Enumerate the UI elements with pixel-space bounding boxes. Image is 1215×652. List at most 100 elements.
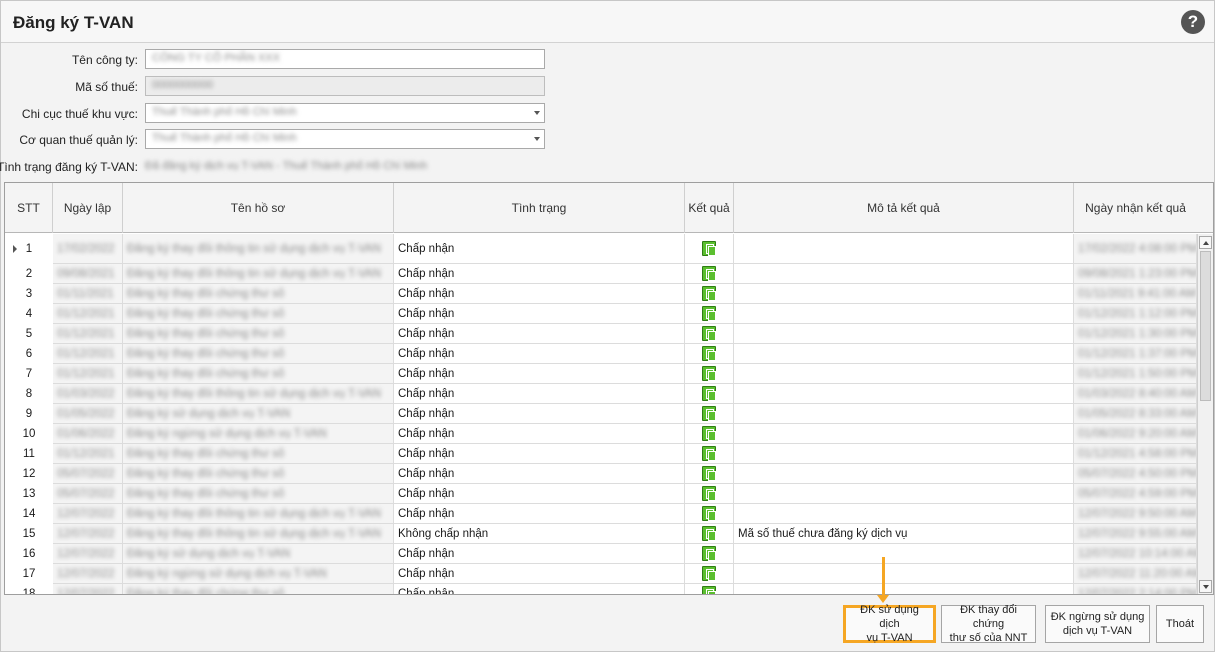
cell-stt[interactable]: 5	[5, 324, 53, 344]
table-row[interactable]: 18 12/07/2022 Đăng ký thay đổi chứng thư s…	[5, 584, 1197, 594]
cell-description[interactable]	[734, 484, 1074, 504]
cell-date[interactable]: 01/12/2021	[53, 324, 123, 344]
cell-date[interactable]: 12/07/2022	[53, 584, 123, 594]
table-row[interactable]: 13 05/07/2022 Đăng ký thay đổi chứng thư s…	[5, 484, 1197, 504]
cell-status[interactable]: Chấp nhận	[394, 464, 685, 484]
table-row[interactable]: 14 12/07/2022 Đăng ký thay đổi thông tin s…	[5, 504, 1197, 524]
cell-received[interactable]: 01/12/2021 1:30:00 PM	[1074, 324, 1197, 344]
cell-status[interactable]: Không chấp nhận	[394, 524, 685, 544]
cell-stt[interactable]: 15	[5, 524, 53, 544]
cell-status[interactable]: Chấp nhận	[394, 364, 685, 384]
cell-received[interactable]: 01/12/2021 4:58:00 PM	[1074, 444, 1197, 464]
cell-description[interactable]	[734, 564, 1074, 584]
table-row[interactable]: 3 01/11/2021 Đăng ký thay đổi chứng thư số…	[5, 284, 1197, 304]
cell-date[interactable]: 12/07/2022	[53, 504, 123, 524]
result-document-icon[interactable]	[702, 466, 716, 481]
cell-received[interactable]: 05/07/2022 4:59:00 PM	[1074, 484, 1197, 504]
cell-name[interactable]: Đăng ký thay đổi chứng thư số	[123, 444, 394, 464]
cell-name[interactable]: Đăng ký thay đổi thông tin sử dụng dịch …	[123, 524, 394, 544]
table-row[interactable]: 7 01/12/2021 Đăng ký thay đổi chứng thư số…	[5, 364, 1197, 384]
cell-received[interactable]: 05/07/2022 4:50:00 PM	[1074, 464, 1197, 484]
result-document-icon[interactable]	[702, 506, 716, 521]
cell-received[interactable]: 01/11/2021 9:41:00 AM	[1074, 284, 1197, 304]
cell-status[interactable]: Chấp nhận	[394, 544, 685, 564]
cell-status[interactable]: Chấp nhận	[394, 404, 685, 424]
cell-description[interactable]	[734, 344, 1074, 364]
cell-date[interactable]: 01/06/2022	[53, 424, 123, 444]
cell-description[interactable]	[734, 304, 1074, 324]
result-document-icon[interactable]	[702, 586, 716, 594]
company-field[interactable]: CÔNG TY CỔ PHẦN XXX	[145, 49, 545, 69]
cell-status[interactable]: Chấp nhận	[394, 264, 685, 284]
cell-description[interactable]	[734, 404, 1074, 424]
scroll-up-icon[interactable]	[1199, 236, 1212, 249]
cell-name[interactable]: Đăng ký ngừng sử dụng dịch vụ T-VAN	[123, 424, 394, 444]
cell-description[interactable]	[734, 324, 1074, 344]
scroll-down-icon[interactable]	[1199, 580, 1212, 593]
cell-stt[interactable]: 4	[5, 304, 53, 324]
cell-date[interactable]: 09/08/2021	[53, 264, 123, 284]
cell-description[interactable]: Mã số thuế chưa đăng ký dịch vụ	[734, 524, 1074, 544]
column-header-status[interactable]: Tình trạng	[394, 183, 685, 233]
result-document-icon[interactable]	[702, 406, 716, 421]
cell-date[interactable]: 01/11/2021	[53, 284, 123, 304]
scroll-thumb[interactable]	[1200, 251, 1211, 401]
cell-stt[interactable]: 11	[5, 444, 53, 464]
cell-name[interactable]: Đăng ký thay đổi chứng thư số	[123, 464, 394, 484]
cell-status[interactable]: Chấp nhận	[394, 284, 685, 304]
cell-date[interactable]: 01/12/2021	[53, 364, 123, 384]
table-row[interactable]: 15 12/07/2022 Đăng ký thay đổi thông tin s…	[5, 524, 1197, 544]
cell-date[interactable]: 12/07/2022	[53, 564, 123, 584]
cell-stt[interactable]: 6	[5, 344, 53, 364]
cell-status[interactable]: Chấp nhận	[394, 564, 685, 584]
cell-received[interactable]: 01/12/2021 1:12:00 PM	[1074, 304, 1197, 324]
cell-stt[interactable]: 13	[5, 484, 53, 504]
cell-name[interactable]: Đăng ký thay đổi chứng thư số	[123, 284, 394, 304]
cell-stt[interactable]: 1	[5, 234, 53, 264]
table-row[interactable]: 9 01/05/2022 Đăng ký sử dụng dịch vụ T-VAN…	[5, 404, 1197, 424]
cell-received[interactable]: 09/08/2021 1:23:00 PM	[1074, 264, 1197, 284]
cell-description[interactable]	[734, 444, 1074, 464]
cell-status[interactable]: Chấp nhận	[394, 324, 685, 344]
cell-name[interactable]: Đăng ký thay đổi thông tin sử dụng dịch …	[123, 264, 394, 284]
cell-description[interactable]	[734, 264, 1074, 284]
cell-status[interactable]: Chấp nhận	[394, 584, 685, 594]
cell-name[interactable]: Đăng ký sử dụng dịch vụ T-VAN	[123, 544, 394, 564]
cell-status[interactable]: Chấp nhận	[394, 504, 685, 524]
cell-name[interactable]: Đăng ký thay đổi chứng thư số	[123, 304, 394, 324]
cell-received[interactable]: 01/06/2022 9:20:00 AM	[1074, 424, 1197, 444]
cell-stt[interactable]: 9	[5, 404, 53, 424]
table-row[interactable]: 11 01/12/2021 Đăng ký thay đổi chứng thư s…	[5, 444, 1197, 464]
cell-description[interactable]	[734, 384, 1074, 404]
cell-date[interactable]: 12/07/2022	[53, 544, 123, 564]
cell-name[interactable]: Đăng ký thay đổi thông tin sử dụng dịch …	[123, 504, 394, 524]
cell-received[interactable]: 01/05/2022 8:33:00 AM	[1074, 404, 1197, 424]
result-document-icon[interactable]	[702, 366, 716, 381]
table-row[interactable]: 8 01/03/2022 Đăng ký thay đổi thông tin sử…	[5, 384, 1197, 404]
result-document-icon[interactable]	[702, 346, 716, 361]
cell-date[interactable]: 01/03/2022	[53, 384, 123, 404]
cell-name[interactable]: Đăng ký thay đổi thông tin sử dụng dịch …	[123, 384, 394, 404]
cell-received[interactable]: 01/12/2021 1:50:00 PM	[1074, 364, 1197, 384]
result-document-icon[interactable]	[702, 326, 716, 341]
cell-stt[interactable]: 10	[5, 424, 53, 444]
cell-stt[interactable]: 12	[5, 464, 53, 484]
result-document-icon[interactable]	[702, 386, 716, 401]
cell-received[interactable]: 12/07/2022 9:55:00 AM	[1074, 524, 1197, 544]
cell-status[interactable]: Chấp nhận	[394, 484, 685, 504]
cell-received[interactable]: 12/07/2022 11:20:00 AM	[1074, 564, 1197, 584]
tax-authority-select[interactable]: Thuế Thành phố Hồ Chí Minh	[145, 129, 545, 149]
cell-status[interactable]: Chấp nhận	[394, 384, 685, 404]
cell-description[interactable]	[734, 424, 1074, 444]
cell-stt[interactable]: 14	[5, 504, 53, 524]
cell-date[interactable]: 01/12/2021	[53, 304, 123, 324]
cell-date[interactable]: 01/12/2021	[53, 444, 123, 464]
result-document-icon[interactable]	[702, 306, 716, 321]
cell-stt[interactable]: 16	[5, 544, 53, 564]
result-document-icon[interactable]	[702, 566, 716, 581]
cell-status[interactable]: Chấp nhận	[394, 344, 685, 364]
cell-received[interactable]: 17/02/2022 4:08:00 PM	[1074, 234, 1197, 264]
cell-name[interactable]: Đăng ký sử dụng dịch vụ T-VAN	[123, 404, 394, 424]
cell-description[interactable]	[734, 544, 1074, 564]
table-row[interactable]: 1 17/02/2022 Đăng ký thay đổi thông tin sử…	[5, 234, 1197, 264]
